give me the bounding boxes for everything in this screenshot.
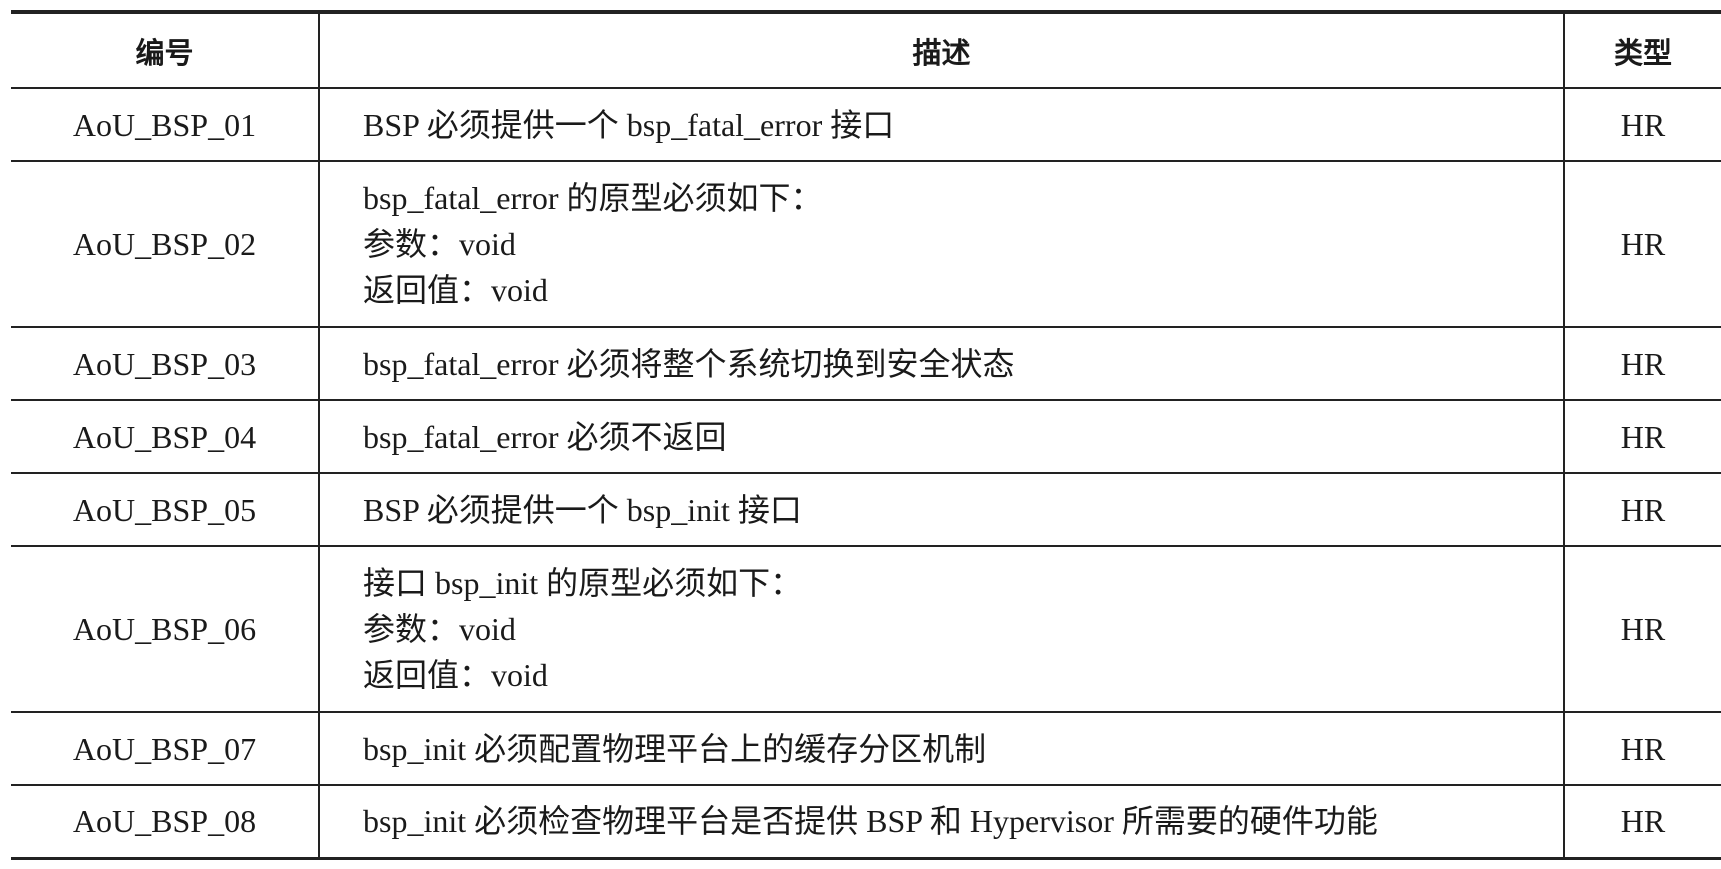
cell-id: AoU_BSP_08 [11, 785, 319, 860]
cell-description: bsp_fatal_error 的原型必须如下： 参数：void 返回值：voi… [318, 161, 1564, 328]
description-line: BSP 必须提供一个 bsp_fatal_error 接口 [363, 106, 895, 143]
table-row: AoU_BSP_08 bsp_init 必须检查物理平台是否提供 BSP 和 H… [11, 785, 1721, 860]
header-description: 描述 [318, 10, 1564, 89]
cell-type: HR [1563, 712, 1721, 786]
cell-description: BSP 必须提供一个 bsp_init 接口 [318, 473, 1564, 547]
description-line: bsp_init 必须检查物理平台是否提供 BSP 和 Hypervisor 所… [363, 803, 1378, 840]
header-type: 类型 [1563, 10, 1721, 89]
table-row: AoU_BSP_02 bsp_fatal_error 的原型必须如下： 参数：v… [11, 161, 1721, 328]
description-line: 参数：void [363, 226, 516, 262]
cell-id: AoU_BSP_05 [11, 473, 319, 547]
description-line: BSP 必须提供一个 bsp_init 接口 [363, 491, 802, 528]
cell-description: 接口 bsp_init 的原型必须如下： 参数：void 返回值：void [318, 546, 1564, 713]
description-line: 接口 bsp_init 的原型必须如下： [363, 565, 803, 601]
description-line: 返回值：void [363, 657, 548, 693]
cell-description: bsp_init 必须配置物理平台上的缓存分区机制 [318, 712, 1564, 786]
cell-id: AoU_BSP_06 [11, 546, 319, 713]
cell-id: AoU_BSP_07 [11, 712, 319, 786]
cell-type: HR [1563, 785, 1721, 860]
cell-id: AoU_BSP_01 [11, 88, 319, 162]
cell-type: HR [1563, 161, 1721, 328]
cell-description: bsp_init 必须检查物理平台是否提供 BSP 和 Hypervisor 所… [318, 785, 1564, 860]
cell-type: HR [1563, 327, 1721, 401]
cell-type: HR [1563, 88, 1721, 162]
description-line: bsp_fatal_error 的原型必须如下： [363, 180, 823, 216]
cell-type: HR [1563, 400, 1721, 474]
cell-description: bsp_fatal_error 必须不返回 [318, 400, 1564, 474]
header-id: 编号 [11, 10, 319, 89]
cell-description: BSP 必须提供一个 bsp_fatal_error 接口 [318, 88, 1564, 162]
table-row: AoU_BSP_03 bsp_fatal_error 必须将整个系统切换到安全状… [11, 327, 1721, 401]
cell-id: AoU_BSP_02 [11, 161, 319, 328]
description-line: bsp_fatal_error 必须不返回 [363, 418, 727, 455]
cell-description: bsp_fatal_error 必须将整个系统切换到安全状态 [318, 327, 1564, 401]
table-row: AoU_BSP_06 接口 bsp_init 的原型必须如下： 参数：void … [11, 546, 1721, 713]
table-row: AoU_BSP_07 bsp_init 必须配置物理平台上的缓存分区机制 HR [11, 712, 1721, 786]
requirements-table: 编号 描述 类型 AoU_BSP_01 BSP 必须提供一个 bsp_fatal… [11, 10, 1721, 860]
cell-type: HR [1563, 473, 1721, 547]
description-line: 返回值：void [363, 272, 548, 308]
cell-id: AoU_BSP_04 [11, 400, 319, 474]
description-line: 参数：void [363, 611, 516, 647]
cell-type: HR [1563, 546, 1721, 713]
table-header-row: 编号 描述 类型 [11, 10, 1721, 89]
cell-id: AoU_BSP_03 [11, 327, 319, 401]
table-row: AoU_BSP_04 bsp_fatal_error 必须不返回 HR [11, 400, 1721, 474]
table-row: AoU_BSP_05 BSP 必须提供一个 bsp_init 接口 HR [11, 473, 1721, 547]
description-line: bsp_init 必须配置物理平台上的缓存分区机制 [363, 730, 987, 767]
table-row: AoU_BSP_01 BSP 必须提供一个 bsp_fatal_error 接口… [11, 88, 1721, 162]
description-line: bsp_fatal_error 必须将整个系统切换到安全状态 [363, 345, 1015, 382]
requirements-table-container: 编号 描述 类型 AoU_BSP_01 BSP 必须提供一个 bsp_fatal… [11, 10, 1721, 860]
